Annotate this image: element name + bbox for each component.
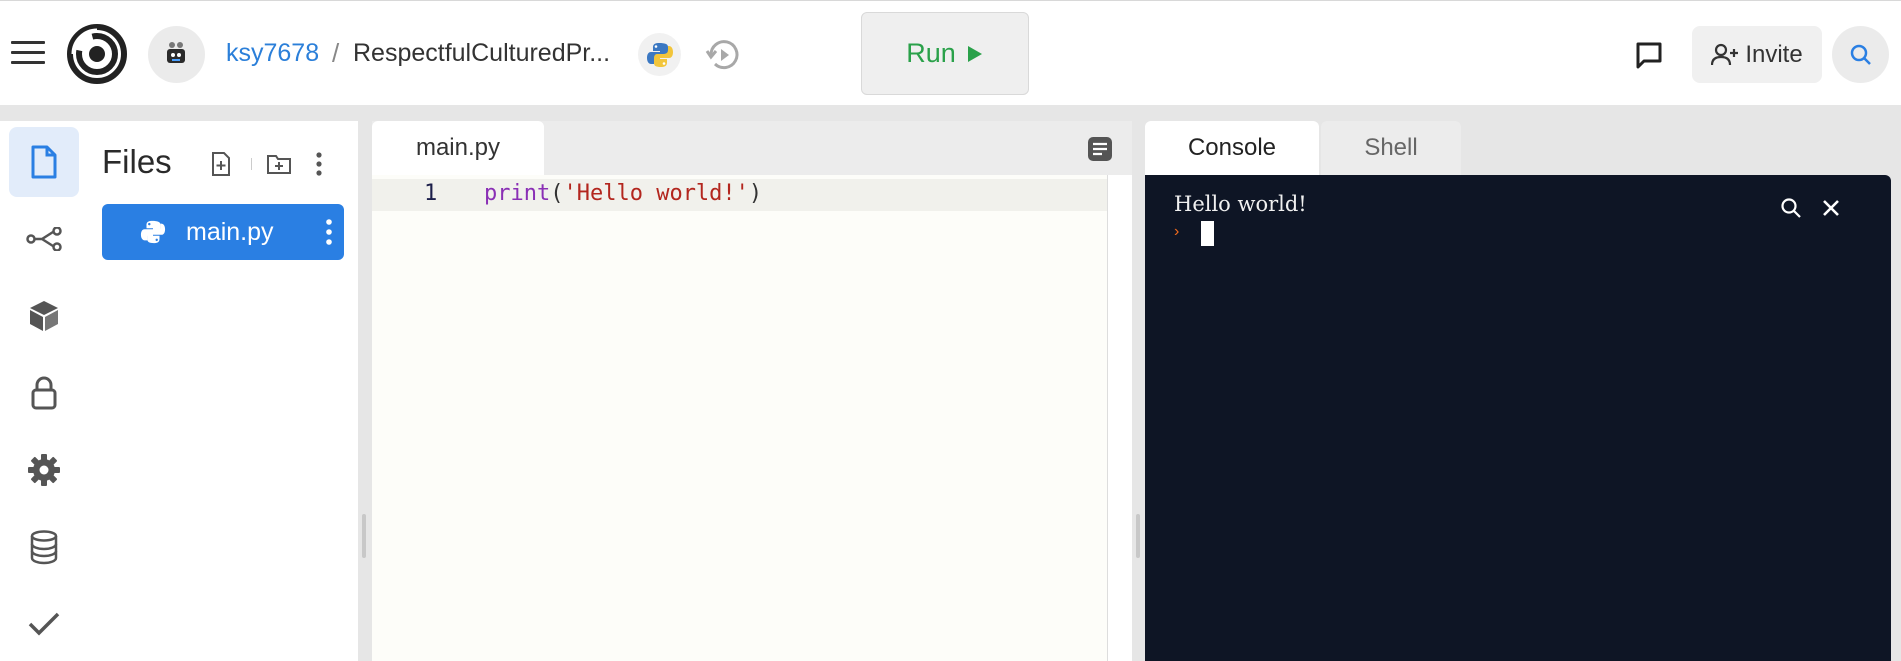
robot-avatar-icon	[167, 42, 185, 63]
check-icon	[28, 612, 60, 636]
tab-console-label: Console	[1187, 134, 1277, 161]
run-label: Run	[906, 38, 956, 68]
replit-logo-icon[interactable]	[67, 24, 127, 84]
code-line: print('Hello world!')	[484, 181, 762, 206]
console-search-icon[interactable]	[1780, 197, 1802, 219]
secrets-tool[interactable]	[9, 358, 79, 428]
editor-tab-bar: main.py	[372, 121, 1132, 175]
new-folder-icon[interactable]	[266, 153, 292, 175]
code-token-paren-open: (	[550, 181, 564, 206]
invite-button[interactable]: Invite	[1692, 26, 1822, 83]
code-token-paren-close: )	[748, 181, 763, 206]
console-tab-bar: Console Shell	[1145, 121, 1891, 175]
file-item-main-py[interactable]: main.py	[102, 204, 344, 260]
files-title: Files	[102, 143, 172, 180]
packages-icon	[30, 301, 58, 331]
breadcrumb-separator: /	[332, 38, 340, 68]
activity-bar	[0, 121, 86, 661]
line-number: 1	[424, 181, 438, 206]
clear-console-icon[interactable]	[1820, 197, 1842, 219]
language-badge[interactable]	[638, 33, 681, 76]
add-user-icon	[1711, 43, 1739, 65]
files-icon	[31, 145, 57, 179]
console-output-area[interactable]: Hello world! ›	[1145, 175, 1891, 661]
settings-icon	[28, 454, 60, 486]
checks-tool[interactable]	[9, 589, 79, 659]
git-tool[interactable]	[9, 204, 79, 274]
database-tool[interactable]	[9, 512, 79, 582]
avatar[interactable]	[148, 26, 205, 83]
top-header: ksy7678 / RespectfulCulturedPr... Run In…	[0, 0, 1901, 105]
history-icon[interactable]	[703, 34, 745, 76]
files-resize-handle[interactable]	[362, 514, 366, 558]
tab-shell[interactable]: Shell	[1321, 121, 1461, 175]
tab-shell-label: Shell	[1364, 134, 1418, 161]
new-file-icon[interactable]	[210, 151, 232, 177]
editor-resize-handle[interactable]	[1136, 514, 1140, 558]
user-link[interactable]: ksy7678	[226, 39, 319, 68]
console-output-text: Hello world!	[1174, 192, 1307, 216]
file-more-icon[interactable]	[324, 218, 334, 246]
database-icon	[30, 530, 58, 565]
code-token-string: 'Hello world!'	[563, 181, 749, 206]
search-icon	[1850, 44, 1871, 65]
secrets-icon	[31, 376, 57, 410]
editor-scrollbar[interactable]	[1108, 175, 1132, 661]
file-item-label: main.py	[186, 218, 274, 246]
files-pane: Files main.py	[86, 121, 358, 661]
tab-console[interactable]: Console	[1145, 121, 1319, 175]
search-button[interactable]	[1832, 26, 1889, 83]
python-file-icon	[140, 220, 166, 244]
files-tool[interactable]	[9, 127, 79, 197]
menu-icon[interactable]	[11, 41, 45, 69]
play-icon	[967, 45, 982, 62]
code-editor[interactable]: 1 print('Hello world!')	[372, 175, 1132, 661]
tab-main-py[interactable]: main.py	[372, 121, 544, 175]
packages-tool[interactable]	[9, 281, 79, 351]
files-more-icon[interactable]	[315, 151, 323, 177]
repl-name[interactable]: RespectfulCulturedPr...	[353, 39, 610, 68]
editor-tab-label: main.py	[415, 134, 501, 161]
chat-icon[interactable]	[1633, 39, 1665, 71]
editor-scrollbar-border	[1107, 175, 1108, 661]
git-icon	[26, 227, 62, 251]
code-token-function: print	[484, 181, 551, 206]
run-button[interactable]: Run	[861, 12, 1029, 95]
console-cursor	[1201, 221, 1214, 246]
editor-options-icon[interactable]	[1087, 136, 1113, 162]
invite-label: Invite	[1745, 40, 1803, 68]
console-prompt: ›	[1174, 223, 1180, 240]
divider	[251, 158, 252, 170]
settings-tool[interactable]	[9, 435, 79, 505]
python-icon	[647, 43, 673, 67]
